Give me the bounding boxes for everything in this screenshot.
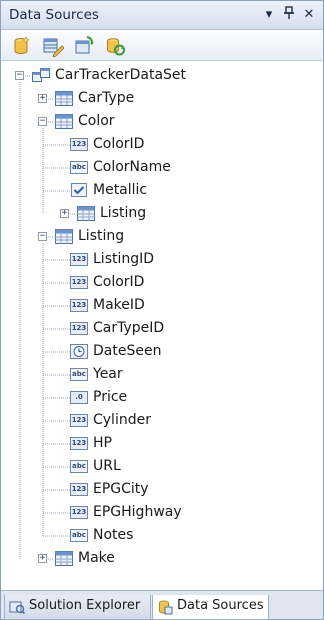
decimal-column-icon: .0 (70, 391, 88, 404)
tree-item-label: Notes (93, 527, 134, 543)
tree-node-cartype[interactable]: + CarType (1, 88, 323, 111)
add-new-data-source-button[interactable] (11, 35, 33, 57)
collapse-icon[interactable]: − (38, 232, 47, 241)
tree-field-year[interactable]: abc Year (1, 364, 323, 387)
tree-field-colorname[interactable]: abc ColorName (1, 157, 323, 180)
numeric-column-icon: 123 (70, 506, 88, 519)
configure-dataset-wizard-button[interactable] (73, 35, 95, 57)
numeric-column-icon: 123 (70, 437, 88, 450)
panel-title: Data Sources (9, 7, 99, 23)
numeric-column-icon: 123 (70, 276, 88, 289)
tree-item-label: Color (78, 113, 115, 129)
tree-item-label: HP (93, 435, 112, 451)
tree-field-url[interactable]: abc URL (1, 456, 323, 479)
data-sources-icon (157, 599, 173, 615)
tree-item-label: Listing (78, 228, 125, 244)
tree-field-colorid[interactable]: 123 ColorID (1, 134, 323, 157)
tree-item-label: Price (93, 389, 128, 405)
tab-data-sources-label: Data Sources (177, 598, 264, 613)
tree-item-label: Year (93, 366, 123, 382)
solution-explorer-icon (9, 599, 26, 615)
expand-icon[interactable]: + (38, 94, 47, 103)
boolean-column-icon (70, 183, 88, 198)
database-add-icon (14, 36, 30, 54)
tree-field-metallic[interactable]: Metallic (1, 180, 323, 203)
tree-item-label: EPGHighway (93, 504, 182, 520)
panel-titlebar: Data Sources ▾ ✕ (1, 1, 323, 30)
tree-item-label: Metallic (93, 182, 148, 198)
tree-node-cartrackerdataset[interactable]: − CarTrackerDataSet (1, 65, 323, 88)
tree-field-dateseen[interactable]: DateSeen (1, 341, 323, 364)
tree-item-label: ColorID (93, 274, 145, 290)
table-icon (55, 229, 73, 244)
panel-toolbar (1, 31, 323, 61)
tree-item-label: CarType (78, 90, 135, 106)
numeric-column-icon: 123 (70, 322, 88, 335)
expand-icon[interactable]: + (38, 554, 47, 563)
data-sources-tree[interactable]: − CarTrackerDataSet + CarType − Color 123 Color… (1, 62, 323, 590)
tree-field-cylinder[interactable]: 123 Cylinder (1, 410, 323, 433)
datetime-column-icon (70, 344, 88, 359)
tree-field-notes[interactable]: abc Notes (1, 525, 323, 548)
tree-field-makeid[interactable]: 123 MakeID (1, 295, 323, 318)
table-icon (55, 114, 73, 129)
tree-item-label: CarTypeID (93, 320, 165, 336)
window-position-dropdown-icon[interactable]: ▾ (261, 6, 277, 24)
tree-field-cartypeid[interactable]: 123 CarTypeID (1, 318, 323, 341)
table-icon (55, 91, 73, 106)
tab-solution-explorer[interactable]: Solution Explorer (4, 595, 151, 620)
tree-item-label: Listing (100, 205, 147, 221)
tree-field-listingid[interactable]: 123 ListingID (1, 249, 323, 272)
tab-data-sources[interactable]: Data Sources (152, 595, 269, 620)
tree-field-colorid[interactable]: 123 ColorID (1, 272, 323, 295)
tree-item-label: Make (78, 550, 115, 566)
tree-item-label: ColorName (93, 159, 171, 175)
tree-node-make[interactable]: + Make (1, 548, 323, 571)
tree-field-hp[interactable]: 123 HP (1, 433, 323, 456)
numeric-column-icon: 123 (70, 299, 88, 312)
text-column-icon: abc (70, 529, 88, 542)
expand-icon[interactable]: + (60, 209, 69, 218)
tree-item-label: DateSeen (93, 343, 162, 359)
text-column-icon: abc (70, 460, 88, 473)
dataset-edit-icon (43, 38, 65, 58)
dataset-icon (32, 68, 50, 83)
tree-item-label: EPGCity (93, 481, 149, 497)
tree-field-epgcity[interactable]: 123 EPGCity (1, 479, 323, 502)
auto-hide-pin-icon[interactable] (281, 6, 297, 24)
tree-item-label: URL (93, 458, 121, 474)
tree-item-label: ColorID (93, 136, 145, 152)
configure-wizard-icon (75, 36, 94, 54)
numeric-column-icon: 123 (70, 138, 88, 151)
text-column-icon: abc (70, 161, 88, 174)
collapse-icon[interactable]: − (38, 117, 47, 126)
text-column-icon: abc (70, 368, 88, 381)
tree-node-listing[interactable]: + Listing (1, 203, 323, 226)
table-icon (55, 551, 73, 566)
tree-field-price[interactable]: .0 Price (1, 387, 323, 410)
tab-solution-explorer-label: Solution Explorer (29, 598, 141, 613)
numeric-column-icon: 123 (70, 483, 88, 496)
tree-node-color[interactable]: − Color (1, 111, 323, 134)
tree-item-label: MakeID (93, 297, 145, 313)
tree-node-listing[interactable]: − Listing (1, 226, 323, 249)
numeric-column-icon: 123 (70, 414, 88, 427)
panel-tab-strip: Solution Explorer Data Sources (1, 590, 323, 620)
table-icon (77, 206, 95, 221)
collapse-icon[interactable]: − (15, 71, 24, 80)
numeric-column-icon: 123 (70, 253, 88, 266)
refresh-icon (107, 38, 125, 56)
refresh-button[interactable] (104, 35, 126, 57)
edit-dataset-designer-button[interactable] (42, 35, 65, 58)
data-sources-panel: Data Sources ▾ ✕ − CarTrackerDataSet + C… (0, 0, 324, 620)
close-icon[interactable]: ✕ (301, 6, 317, 24)
tree-item-label: ListingID (93, 251, 155, 267)
tree-field-epghighway[interactable]: 123 EPGHighway (1, 502, 323, 525)
tree-item-label: Cylinder (93, 412, 151, 428)
tree-item-label: CarTrackerDataSet (55, 67, 187, 83)
